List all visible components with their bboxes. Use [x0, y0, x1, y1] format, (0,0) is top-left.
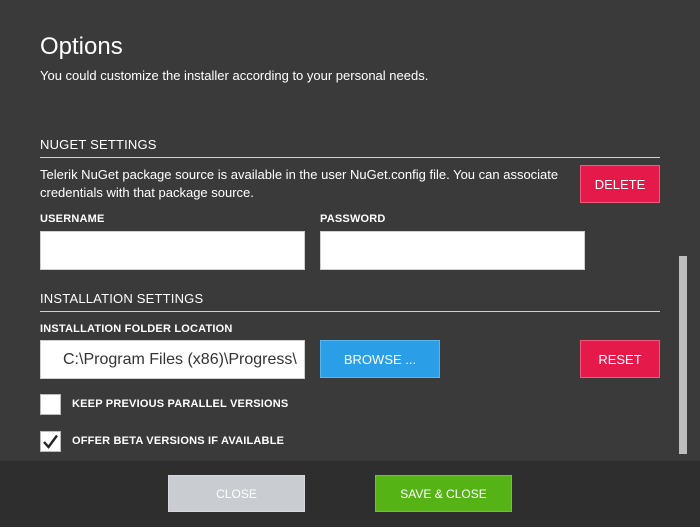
- password-label: PASSWORD: [320, 213, 386, 225]
- page-subtitle: You could customize the installer accord…: [40, 68, 429, 83]
- scrollbar-thumb[interactable]: [679, 256, 687, 454]
- username-label: USERNAME: [40, 213, 105, 225]
- options-panel: Options You could customize the installe…: [0, 0, 700, 461]
- checkmark-icon: [43, 434, 58, 449]
- nuget-settings-header: NUGET SETTINGS: [40, 137, 660, 158]
- installation-folder-input[interactable]: [40, 340, 305, 379]
- page-title: Options: [40, 33, 123, 60]
- installation-settings-header: INSTALLATION SETTINGS: [40, 291, 660, 312]
- delete-button[interactable]: DELETE: [580, 165, 660, 203]
- password-input[interactable]: [320, 231, 585, 270]
- installation-folder-label: INSTALLATION FOLDER LOCATION: [40, 323, 233, 335]
- browse-button[interactable]: BROWSE ...: [320, 340, 440, 378]
- reset-button[interactable]: RESET: [580, 340, 660, 378]
- offer-beta-checkbox[interactable]: [40, 431, 61, 452]
- dialog-footer: CLOSE SAVE & CLOSE: [0, 461, 700, 527]
- close-button[interactable]: CLOSE: [168, 475, 305, 512]
- offer-beta-label[interactable]: OFFER BETA VERSIONS IF AVAILABLE: [72, 435, 284, 447]
- keep-previous-checkbox[interactable]: [40, 394, 61, 415]
- username-input[interactable]: [40, 231, 305, 270]
- save-close-button[interactable]: SAVE & CLOSE: [375, 475, 512, 512]
- keep-previous-label[interactable]: KEEP PREVIOUS PARALLEL VERSIONS: [72, 398, 288, 410]
- nuget-description: Telerik NuGet package source is availabl…: [40, 167, 559, 200]
